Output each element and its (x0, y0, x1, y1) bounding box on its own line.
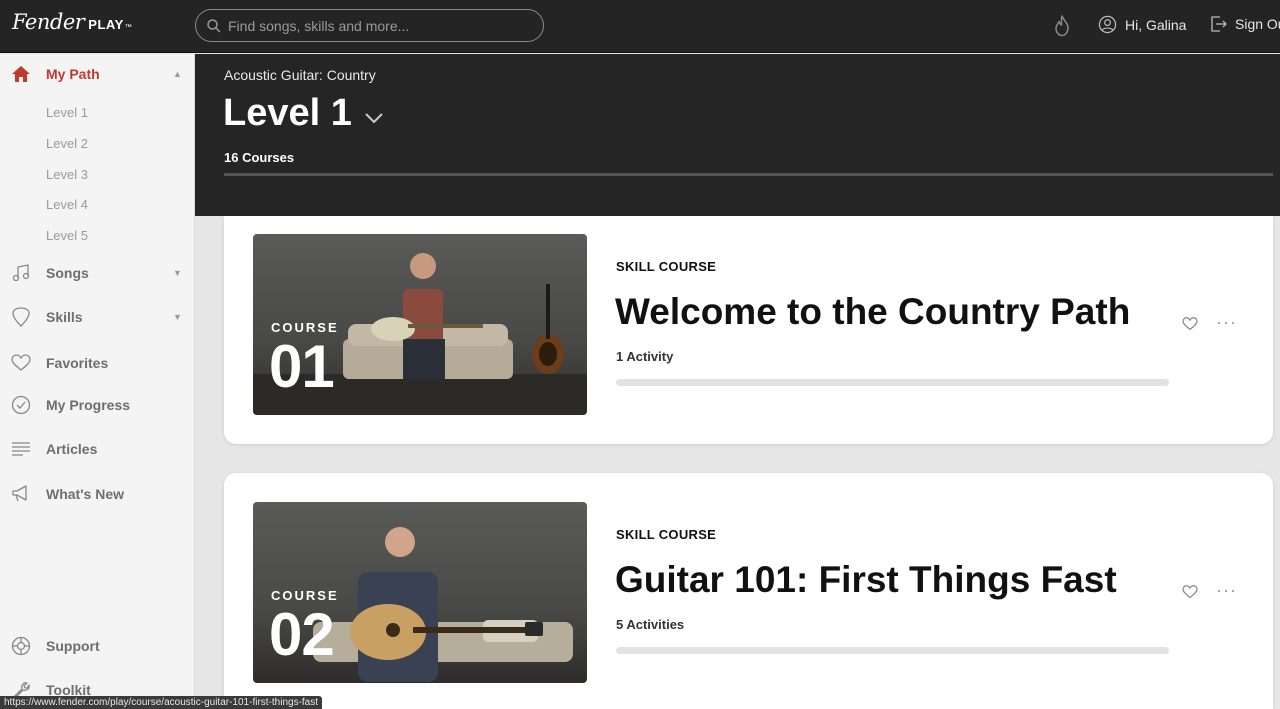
course-progress-bar (616, 647, 1169, 654)
sidebar-item-label: Skills (46, 309, 83, 325)
user-avatar-icon (1098, 15, 1117, 34)
search-input[interactable] (228, 17, 528, 34)
sidebar-item-label: What's New (46, 486, 125, 502)
top-bar: Fender PLAY ™ Hi, Galina Sign Out (0, 0, 1280, 53)
course-kind: SKILL COURSE (616, 259, 717, 274)
sidebar-item-my-path[interactable]: My Path ▲ (0, 59, 195, 89)
course-card[interactable]: COURSE 02 SKILL COURSE Guitar 101: First… (224, 473, 1273, 709)
user-menu[interactable]: Hi, Galina (1098, 15, 1186, 34)
guitar-pick-icon (10, 306, 32, 328)
search-icon (207, 18, 221, 33)
check-circle-icon (10, 394, 32, 416)
level-selector[interactable]: Level 1 (223, 92, 384, 135)
breadcrumb[interactable]: Acoustic Guitar: Country (224, 67, 376, 83)
logo-play: PLAY (88, 17, 124, 32)
favorite-heart-icon[interactable] (1182, 585, 1198, 604)
sidebar-level-3[interactable]: Level 3 (46, 167, 88, 182)
course-number: 02 (269, 601, 335, 668)
sidebar-item-label: Support (46, 638, 100, 654)
sidebar-item-label: Articles (46, 441, 98, 457)
sidebar-item-whats-new[interactable]: What's New (0, 479, 195, 509)
courses-count: 16 Courses (224, 150, 295, 165)
chevron-up-icon: ▲ (173, 69, 182, 79)
sidebar-item-support[interactable]: Support (0, 631, 195, 661)
activities-count: 1 Activity (616, 349, 674, 364)
streak-flame-icon[interactable] (1052, 15, 1072, 42)
home-icon (10, 63, 32, 85)
sidebar-item-label: Favorites (46, 355, 109, 371)
sidebar-item-favorites[interactable]: Favorites (0, 348, 195, 378)
logo-script: Fender (12, 10, 85, 34)
level-header: Acoustic Guitar: Country Level 1 16 Cour… (195, 54, 1280, 216)
user-greeting: Hi, Galina (1125, 16, 1187, 33)
course-number: 01 (269, 333, 335, 400)
course-card[interactable]: COURSE 01 SKILL COURSE Welcome to the Co… (224, 216, 1273, 444)
megaphone-icon (10, 483, 32, 505)
course-thumbnail[interactable]: COURSE 01 (253, 234, 587, 415)
support-lifebuoy-icon (10, 635, 32, 657)
more-options-icon[interactable]: ··· (1216, 580, 1237, 601)
chevron-down-icon: ▼ (173, 312, 182, 322)
sidebar-item-skills[interactable]: Skills ▼ (0, 302, 195, 332)
sign-out-icon (1211, 16, 1227, 32)
sidebar-item-articles[interactable]: Articles (0, 434, 195, 464)
sidebar-item-my-progress[interactable]: My Progress (0, 390, 195, 420)
sign-out-button[interactable]: Sign Out (1210, 15, 1280, 33)
sidebar-level-5[interactable]: Level 5 (46, 228, 88, 243)
articles-lines-icon (10, 438, 32, 460)
sidebar-item-label: My Progress (46, 397, 131, 413)
sidebar-item-songs[interactable]: Songs ▼ (0, 258, 195, 288)
sign-out-label: Sign Out (1235, 16, 1280, 32)
search-box[interactable] (195, 9, 544, 42)
fender-play-logo[interactable]: Fender PLAY ™ (12, 10, 132, 40)
more-options-icon[interactable]: ··· (1216, 312, 1237, 333)
link-preview-url: https://www.fender.com/play/course/acous… (0, 696, 323, 709)
page-title: Level 1 (223, 92, 352, 134)
sidebar-level-1[interactable]: Level 1 (46, 105, 88, 120)
course-kind: SKILL COURSE (616, 527, 717, 542)
heart-icon (10, 352, 32, 374)
header-divider (224, 173, 1273, 176)
sidebar-level-4[interactable]: Level 4 (46, 197, 88, 212)
sidebar-item-label: Songs (46, 265, 89, 281)
course-title[interactable]: Welcome to the Country Path (615, 291, 1130, 333)
sidebar-item-label: My Path (46, 66, 100, 82)
sidebar-level-2[interactable]: Level 2 (46, 136, 88, 151)
course-title[interactable]: Guitar 101: First Things Fast (615, 559, 1117, 601)
chevron-down-icon (365, 112, 383, 123)
sidebar: My Path ▲ Level 1 Level 2 Level 3 Level … (0, 54, 195, 709)
favorite-heart-icon[interactable] (1182, 317, 1198, 336)
music-note-icon (10, 262, 32, 284)
chevron-down-icon: ▼ (173, 268, 182, 278)
logo-tm: ™ (124, 24, 132, 31)
course-thumbnail[interactable]: COURSE 02 (253, 502, 587, 683)
activities-count: 5 Activities (616, 617, 685, 632)
course-progress-bar (616, 379, 1169, 386)
